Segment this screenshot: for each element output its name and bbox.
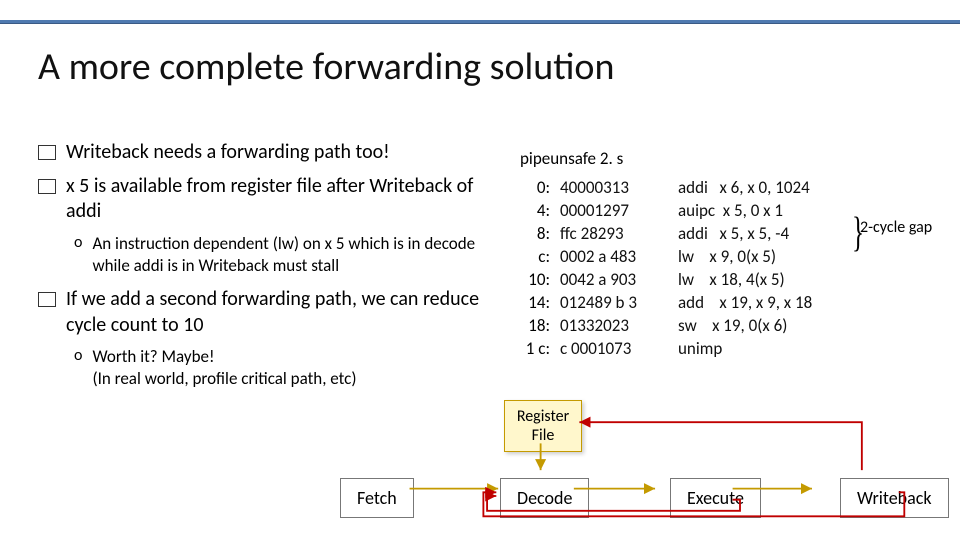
subbullet-text: Worth it? Maybe! (In real world, profile… — [92, 346, 356, 390]
subbullet-item: o An instruction dependent (lw) on x 5 w… — [74, 233, 498, 277]
gap-annotation: 2-cycle gap — [860, 218, 932, 237]
bullet-text: If we add a second forwarding path, we c… — [66, 287, 498, 338]
checkbox-icon — [38, 145, 56, 160]
circle-icon: o — [74, 346, 82, 390]
assembly-listing: pipeunsafe 2. s 0:40000313addi x 6, x 0,… — [520, 148, 812, 360]
register-file-box: Register File — [504, 400, 582, 452]
stage-execute: Execute — [670, 478, 761, 518]
stage-fetch: Fetch — [340, 478, 414, 518]
pipeline-diagram: Register File Fetch Decode Execute Write… — [60, 400, 940, 520]
bullet-item: Writeback needs a forwarding path too! — [38, 140, 498, 166]
code-row: 1 c:c 0001073unimp — [520, 338, 812, 361]
stage-decode: Decode — [500, 478, 589, 518]
checkbox-icon — [38, 292, 56, 307]
code-row: 14:012489 b 3add x 19, x 9, x 18 — [520, 292, 812, 315]
code-row: 18:01332023sw x 19, 0(x 6) — [520, 315, 812, 338]
code-row: 8:ffc 28293addi x 5, x 5, -4 — [520, 223, 812, 246]
bullet-text: x 5 is available from register file afte… — [66, 174, 498, 225]
subbullet-item: o Worth it? Maybe! (In real world, profi… — [74, 346, 498, 390]
code-row: c:0002 a 483lw x 9, 0(x 5) — [520, 246, 812, 269]
bullet-item: If we add a second forwarding path, we c… — [38, 287, 498, 338]
bullet-text: Writeback needs a forwarding path too! — [66, 140, 390, 166]
page-title: A more complete forwarding solution — [38, 44, 614, 90]
checkbox-icon — [38, 179, 56, 194]
bullet-item: x 5 is available from register file afte… — [38, 174, 498, 225]
code-row: 0:40000313addi x 6, x 0, 1024 — [520, 177, 812, 200]
top-accent-bar — [0, 20, 960, 24]
code-filename: pipeunsafe 2. s — [520, 148, 812, 171]
bullet-list: Writeback needs a forwarding path too! x… — [38, 140, 498, 400]
code-row: 10:0042 a 903lw x 18, 4(x 5) — [520, 269, 812, 292]
code-row: 4:00001297auipc x 5, 0 x 1 — [520, 200, 812, 223]
circle-icon: o — [74, 233, 82, 277]
stage-writeback: Writeback — [840, 478, 949, 518]
subbullet-text: An instruction dependent (lw) on x 5 whi… — [92, 233, 498, 277]
